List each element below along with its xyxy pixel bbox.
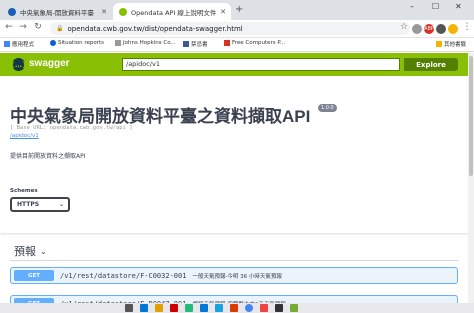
adblock-icon[interactable]: ABP: [424, 24, 434, 34]
bookmark-label: Johns Hopkins Co...: [123, 40, 176, 46]
base-url: [ Base URL: opendata.cwb.gov.tw/api ]: [10, 125, 133, 131]
operation-row[interactable]: GET /v1/rest/datastore/F-C0032-001 一般天氣預…: [10, 267, 458, 284]
schemes-label: Schemes: [10, 188, 38, 194]
tab-strip: 中央氣象局-開放資料平臺 ✕ Opendata API 線上說明文件 ✕ + –…: [0, 0, 474, 20]
close-tab-icon[interactable]: ✕: [218, 8, 228, 16]
bookmark-label: 應用程式: [12, 42, 35, 48]
os-taskbar: [0, 303, 474, 313]
bookmark-label: 禁忌書: [191, 42, 208, 48]
globe-icon: [50, 40, 56, 46]
taskbar-app-icon[interactable]: [185, 304, 193, 312]
bookmark-johns-hopkins[interactable]: Johns Hopkins Co...: [115, 40, 176, 46]
schemes-selected: HTTPS: [17, 201, 40, 208]
taskbar-app-icon[interactable]: [275, 304, 283, 312]
spec-url-input[interactable]: /apidoc/v1: [122, 58, 400, 71]
tab-title: 中央氣象局-開放資料平臺: [20, 8, 94, 17]
apps-grid-icon: [4, 41, 10, 47]
api-title: 中央氣象局開放資料平臺之資料擷取API: [10, 107, 311, 126]
taskbar-app-icon[interactable]: [125, 304, 133, 312]
method-badge: GET: [14, 270, 54, 281]
bookmark-apps[interactable]: 應用程式: [4, 40, 34, 48]
profile-avatar-icon[interactable]: [448, 24, 458, 34]
tag-name: 預報: [14, 245, 36, 258]
forward-icon[interactable]: →: [17, 22, 29, 32]
bookmark-situation-reports[interactable]: Situation reports: [50, 40, 104, 46]
back-icon[interactable]: ←: [3, 22, 15, 32]
reload-icon[interactable]: ↻: [32, 22, 44, 32]
browser-window: 中央氣象局-開放資料平臺 ✕ Opendata API 線上說明文件 ✕ + –…: [0, 0, 474, 313]
tab-swagger-docs[interactable]: Opendata API 線上說明文件 ✕: [113, 3, 231, 20]
operation-path: /v1/rest/datastore/F-C0032-001: [60, 271, 187, 280]
close-tab-icon[interactable]: ✕: [99, 8, 109, 16]
window-close-icon[interactable]: ✕: [455, 2, 462, 11]
chevron-down-icon: ⌄: [40, 246, 47, 256]
page-icon: [224, 40, 230, 46]
bookmarks-bar: 應用程式 Situation reports Johns Hopkins Co.…: [0, 38, 474, 52]
taskbar-app-icon[interactable]: [230, 304, 238, 312]
chevron-down-icon: ⌄: [58, 201, 64, 208]
bookmark-free-computers[interactable]: Free Computers P...: [224, 40, 285, 46]
address-bar[interactable]: 🔒 opendata.cwb.gov.tw/dist/opendata-swag…: [50, 22, 410, 35]
tab-title: Opendata API 線上說明文件: [131, 8, 217, 17]
facebook-icon: [183, 41, 189, 47]
taskbar-app-icon[interactable]: [260, 304, 268, 312]
bookmark-other[interactable]: 其他書籤: [436, 40, 466, 48]
swagger-logo-icon: {…}: [10, 58, 27, 71]
menu-icon[interactable]: ⋮: [461, 22, 473, 32]
taskbar-app-icon[interactable]: [215, 304, 223, 312]
taskbar-app-icon[interactable]: [140, 304, 148, 312]
chrome-icon[interactable]: [245, 304, 253, 312]
extension-icon[interactable]: [412, 24, 422, 34]
tab-cwb-portal[interactable]: 中央氣象局-開放資料平臺 ✕: [2, 3, 112, 20]
address-url: opendata.cwb.gov.tw/dist/opendata-swagge…: [67, 24, 243, 33]
maximize-icon[interactable]: ☐: [432, 2, 439, 11]
bookmark-label: Situation reports: [58, 40, 104, 46]
spec-link[interactable]: /apidoc/v1: [10, 133, 39, 139]
minimize-icon[interactable]: –: [410, 2, 414, 11]
swagger-brand: swagger: [29, 58, 70, 69]
extension-icon[interactable]: [436, 24, 446, 34]
schemes-select[interactable]: HTTPS ⌄: [10, 197, 70, 212]
tag-forecast[interactable]: 預報 ⌄: [14, 243, 47, 259]
schemes-container: [0, 180, 474, 233]
taskbar-app-icon[interactable]: [200, 304, 208, 312]
swagger-topbar: {…} swagger /apidoc/v1 Explore: [0, 53, 474, 76]
version-badge: 1.0.0: [318, 104, 337, 112]
taskbar-app-icon[interactable]: [155, 304, 163, 312]
browser-toolbar: ← → ↻ 🔒 opendata.cwb.gov.tw/dist/opendat…: [0, 20, 474, 38]
explore-button[interactable]: Explore: [404, 58, 458, 71]
bookmark-star-icon[interactable]: ☆: [398, 22, 410, 32]
lock-icon: 🔒: [56, 25, 64, 32]
taskbar-app-icon[interactable]: [170, 304, 178, 312]
taskbar-app-icon[interactable]: [290, 304, 298, 312]
bookmark-forbidden-book[interactable]: 禁忌書: [183, 40, 208, 48]
operation-summary: 一般天氣預報-今明 36 小時天氣預報: [192, 273, 282, 280]
api-description: 提供目前開放資料之擷取API: [10, 153, 86, 160]
page-icon: [115, 40, 121, 46]
bookmark-label: Free Computers P...: [232, 40, 286, 46]
scrollbar-thumb[interactable]: [469, 56, 473, 176]
bookmark-label: 其他書籤: [444, 42, 467, 48]
cwb-favicon-icon: [8, 7, 16, 16]
tag-divider: [10, 260, 458, 261]
folder-icon: [436, 41, 442, 47]
swagger-favicon-icon: [119, 7, 127, 16]
new-tab-icon[interactable]: +: [235, 4, 243, 15]
